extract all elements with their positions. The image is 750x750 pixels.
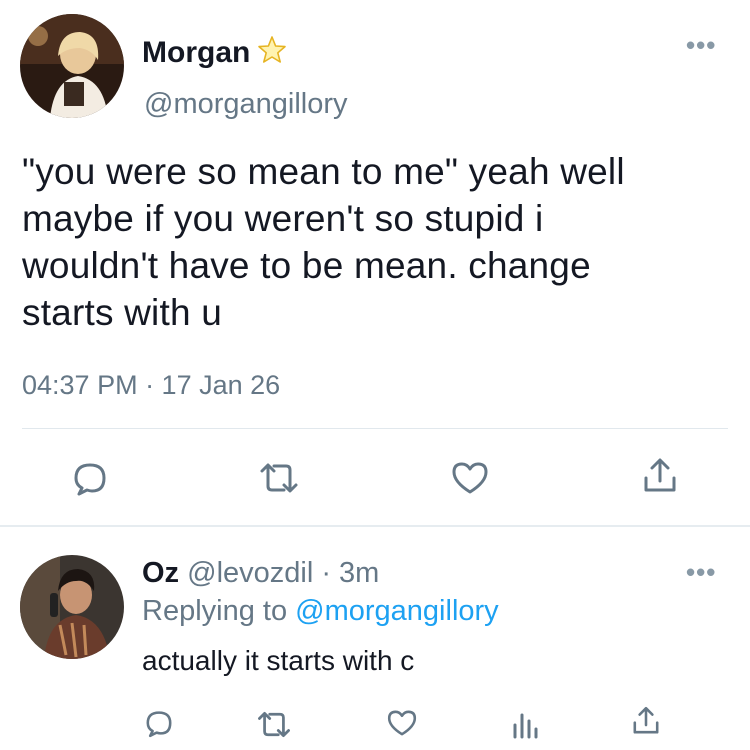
share-icon[interactable] — [630, 705, 662, 737]
reply-tweet: Oz @levozdil · 3m ••• Replying to @morga… — [0, 527, 750, 750]
tweet-text: "you were so mean to me" yeah well maybe… — [22, 148, 737, 336]
tweet-text-line: starts with u — [22, 292, 222, 333]
share-icon[interactable] — [640, 456, 680, 496]
like-icon[interactable] — [450, 458, 490, 498]
reply-text: actually it starts with c — [142, 645, 415, 676]
author-handle[interactable]: @levozdil — [187, 557, 313, 589]
author-handle[interactable]: @morgangillory — [144, 88, 348, 121]
author-name[interactable]: Morgan — [142, 36, 250, 70]
star-icon — [256, 34, 288, 71]
more-options-icon[interactable]: ••• — [686, 557, 716, 588]
analytics-icon[interactable] — [510, 709, 540, 739]
tweet-timestamp[interactable]: 04:37 PM · 17 Jan 26 — [22, 370, 280, 401]
reply-age: · 3m — [321, 557, 380, 589]
like-icon[interactable] — [386, 707, 418, 739]
reply-icon[interactable] — [143, 707, 175, 739]
main-tweet: Morgan @morgangillory ••• "you were so m… — [0, 0, 750, 525]
tweet-text-line: "you were so mean to me" yeah well — [22, 151, 625, 192]
tweet-text-line: wouldn't have to be mean. change — [22, 245, 591, 286]
retweet-icon[interactable] — [258, 460, 300, 496]
reply-icon[interactable] — [70, 458, 110, 498]
more-options-icon[interactable]: ••• — [686, 30, 716, 61]
divider — [22, 428, 728, 429]
replying-to-mention[interactable]: @morgangillory — [295, 595, 499, 627]
tweet-text-line: maybe if you weren't so stupid i — [22, 198, 544, 239]
retweet-icon[interactable] — [256, 709, 292, 740]
avatar[interactable] — [20, 14, 124, 118]
author-name[interactable]: Oz — [142, 557, 179, 589]
avatar[interactable] — [20, 555, 124, 659]
replying-to-label: Replying to — [142, 595, 288, 627]
